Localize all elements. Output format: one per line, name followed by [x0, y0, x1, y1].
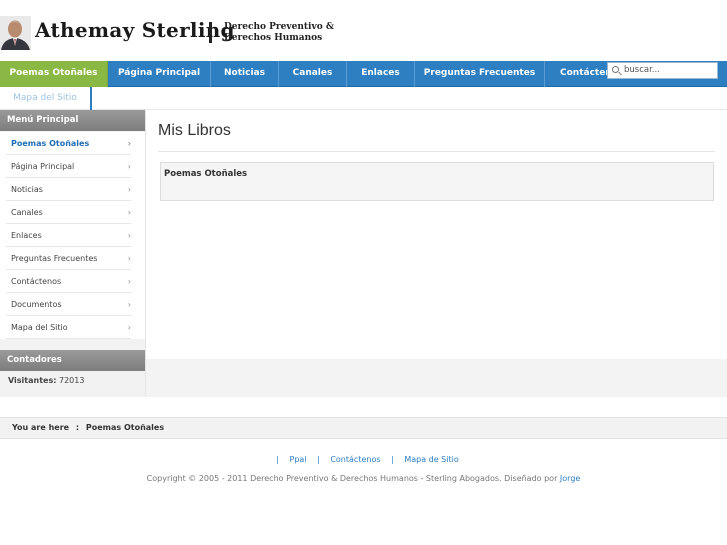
logo-separator — [209, 22, 212, 43]
article-title[interactable]: Poemas Otoñales — [164, 169, 247, 179]
breadcrumb-prefix: You are here — [12, 423, 70, 432]
copyright: Copyright © 2005 - 2011 Derecho Preventi… — [0, 474, 727, 483]
sidebar-item-label: Página Principal — [11, 162, 75, 171]
site-header: Athemay Sterling Derecho Preventivo & De… — [0, 0, 727, 62]
chevron-right-icon: › — [127, 162, 131, 171]
chevron-right-icon: › — [127, 185, 131, 194]
sidebar-item-preguntas-frecuentes[interactable]: Preguntas Frecuentes › — [6, 247, 131, 270]
sidebar-item-label: Noticias — [11, 185, 43, 194]
tagline-line-2: Derechos Humanos — [224, 33, 323, 43]
copyright-text: Copyright © 2005 - 2011 Derecho Preventi… — [146, 474, 558, 483]
chevron-right-icon: › — [127, 139, 131, 148]
search-placeholder: buscar... — [624, 65, 660, 75]
chevron-right-icon: › — [127, 277, 131, 286]
sidebar-item-canales[interactable]: Canales › — [6, 201, 131, 224]
sidebar-item-label: Mapa del Sitio — [11, 323, 68, 332]
nav-item-canales[interactable]: Canales — [279, 61, 347, 87]
sidebar-menu: Poemas Otoñales › Página Principal › Not… — [0, 132, 145, 339]
breadcrumb-current: Poemas Otoñales — [85, 423, 165, 432]
portrait-photo — [0, 16, 31, 50]
site-tagline: Derecho Preventivo & Derechos Humanos — [224, 22, 334, 44]
nav-item-enlaces[interactable]: Enlaces — [347, 61, 415, 87]
footer-links: | Ppal | Contáctenos | Mapa de Sitio — [0, 455, 727, 464]
search-input[interactable]: buscar... — [607, 62, 718, 79]
visitor-counter-value: 72013 — [58, 376, 85, 385]
sidebar-item-label: Preguntas Frecuentes — [11, 254, 98, 263]
sidebar-menu-heading: Menú Principal — [0, 110, 145, 131]
designer-link[interactable]: Jorge — [560, 474, 580, 483]
title-divider — [158, 151, 715, 152]
nav-item-mapa-del-sitio[interactable]: Mapa del Sitio — [0, 87, 92, 110]
chevron-right-icon: › — [127, 208, 131, 217]
footer-link-separator: | — [276, 455, 279, 464]
nav-item-pagina-principal[interactable]: Página Principal — [108, 61, 211, 87]
chevron-right-icon: › — [127, 323, 131, 332]
breadcrumb: You are here : Poemas Otoñales — [0, 417, 727, 439]
chevron-right-icon: › — [127, 231, 131, 240]
chevron-right-icon: › — [127, 254, 131, 263]
footer-link-mapa-de-sitio[interactable]: Mapa de Sitio — [404, 455, 458, 464]
sidebar-item-noticias[interactable]: Noticias › — [6, 178, 131, 201]
page: Athemay Sterling Derecho Preventivo & De… — [0, 0, 727, 545]
footer-link-contactenos[interactable]: Contáctenos — [330, 455, 380, 464]
visitor-counter: Visitantes: 72013 — [8, 376, 84, 385]
nav-item-noticias[interactable]: Noticias — [211, 61, 279, 87]
secondary-nav: Mapa del Sitio — [0, 87, 727, 110]
sidebar-item-mapa-del-sitio[interactable]: Mapa del Sitio › — [6, 316, 131, 339]
search-icon — [612, 66, 619, 73]
footer-link-separator: | — [391, 455, 394, 464]
footer-link-ppal[interactable]: Ppal — [290, 455, 307, 464]
sidebar-item-enlaces[interactable]: Enlaces › — [6, 224, 131, 247]
article-box: Poemas Otoñales — [160, 162, 714, 201]
sidebar-item-label: Documentos — [11, 300, 62, 309]
footer-link-separator: | — [317, 455, 320, 464]
sidebar-item-pagina-principal[interactable]: Página Principal › — [6, 155, 131, 178]
sidebar-item-label: Canales — [11, 208, 43, 217]
nav-item-preguntas-frecuentes[interactable]: Preguntas Frecuentes — [415, 61, 545, 87]
chevron-right-icon: › — [127, 300, 131, 309]
main-content: Mis Libros Poemas Otoñales — [145, 110, 727, 397]
visitor-counter-label: Visitantes: — [8, 376, 57, 385]
content-footer-band — [146, 359, 727, 397]
sidebar-item-contactenos[interactable]: Contáctenos › — [6, 270, 131, 293]
sidebar-item-label: Enlaces — [11, 231, 42, 240]
sidebar-counters-heading: Contadores — [0, 350, 145, 371]
sidebar-item-documentos[interactable]: Documentos › — [6, 293, 131, 316]
page-title: Mis Libros — [158, 122, 231, 139]
tagline-line-1: Derecho Preventivo & — [224, 22, 334, 32]
breadcrumb-separator: : — [75, 423, 80, 432]
sidebar-item-label: Poemas Otoñales — [11, 139, 90, 148]
sidebar-item-label: Contáctenos — [11, 277, 62, 286]
sidebar: Menú Principal Poemas Otoñales › Página … — [0, 110, 145, 397]
sidebar-item-poemas-otonales[interactable]: Poemas Otoñales › — [6, 132, 131, 155]
site-name[interactable]: Athemay Sterling — [35, 18, 235, 42]
nav-item-poemas-otonales[interactable]: Poemas Otoñales — [0, 61, 108, 87]
